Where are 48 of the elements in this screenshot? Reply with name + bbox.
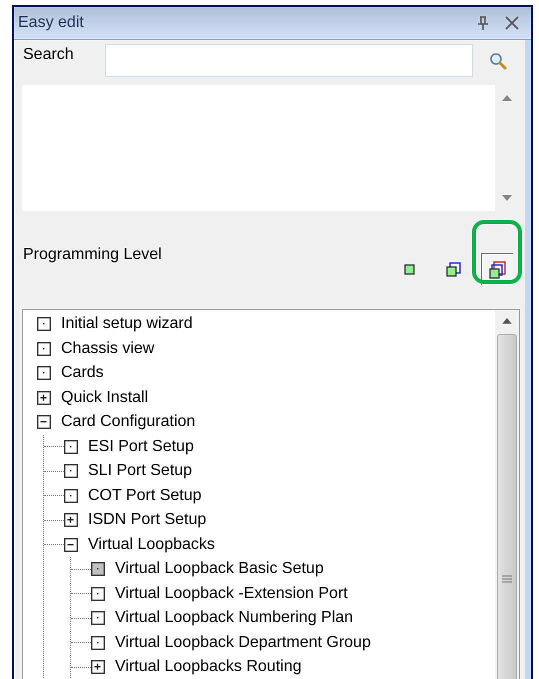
scroll-up-icon[interactable] [502,95,512,101]
tree-node-icon[interactable] [91,611,105,626]
tree-item[interactable]: Virtual Loopback Numbering Plan [115,606,354,630]
tree-item[interactable]: Virtual Loopbacks Routing [115,655,302,679]
tree-item[interactable]: Virtual Loopback Basic Setup [115,557,324,582]
tree-item[interactable]: Virtual Loopback -Extension Port [115,582,348,606]
level-icon [489,260,506,278]
tree-item[interactable]: COT Port Setup [88,484,202,508]
tree-node-icon[interactable] [37,366,51,380]
tree-node-icon[interactable] [37,342,51,356]
tree-item[interactable]: Quick Install [61,386,148,410]
tree-item[interactable]: Virtual Loopbacks [88,532,215,557]
scroll-thumb[interactable] [497,334,517,679]
tree-item[interactable]: Cards [61,361,104,386]
tree-item[interactable]: Chassis view [61,336,154,361]
level-icon [404,264,415,275]
search-label: Search [23,45,75,65]
tree-view[interactable] [22,309,520,679]
tree-item[interactable]: ISDN Port Setup [88,508,206,532]
window-title: Easy edit [18,13,85,33]
tree-item[interactable]: SLI Port Setup [88,459,192,484]
programming-level-label: Programming Level [23,245,163,265]
tree-item[interactable]: Card Configuration [61,410,196,434]
grip-icon [502,574,512,583]
tree-node-icon[interactable] [64,464,78,478]
expand-icon[interactable] [37,390,51,405]
tree-node-icon[interactable] [91,586,105,601]
scroll-up-icon[interactable] [502,318,512,324]
highlight-frame [472,220,522,284]
search-icon[interactable] [489,52,507,70]
tree-node-icon[interactable] [91,636,105,650]
search-field[interactable] [105,44,473,77]
level-icon [446,262,461,277]
scrollbar[interactable] [495,310,519,679]
tree-item[interactable]: ESI Port Setup [88,434,194,459]
tree-node-icon[interactable] [37,317,51,332]
pin-icon[interactable] [477,16,489,30]
tree-node-icon[interactable] [64,440,78,454]
collapse-icon[interactable] [37,415,51,430]
collapse-icon[interactable] [64,538,78,552]
tree-item[interactable]: Initial setup wizard [61,312,193,336]
scroll-down-icon[interactable] [502,195,512,201]
tree-node-icon[interactable] [91,562,105,576]
tree-node-icon[interactable] [64,488,78,503]
expand-icon[interactable] [91,660,105,674]
close-icon[interactable] [505,16,519,30]
expand-icon[interactable] [64,513,78,528]
tree-item[interactable]: Virtual Loopback Department Group [115,630,371,655]
